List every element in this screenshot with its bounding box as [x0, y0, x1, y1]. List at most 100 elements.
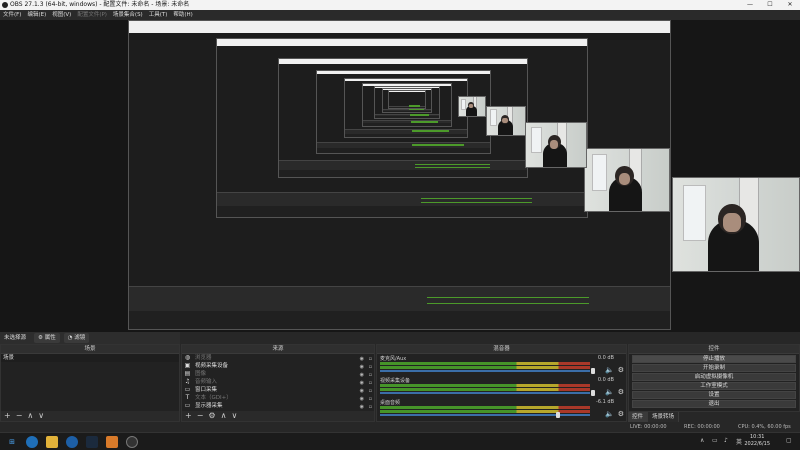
scene-footer-button[interactable]: ∨: [38, 411, 44, 421]
close-button[interactable]: ✕: [780, 0, 800, 10]
volume-slider[interactable]: [380, 392, 590, 394]
webcam-feed: [672, 177, 800, 272]
dock-tab[interactable]: 控件: [628, 412, 649, 422]
source-list: ◍ 浏览器 ◉ ▫ ▣ 视频采集设备 ◉ ▫ ▤ 图像 ◉ ▫ ♫ 音频输入 ◉ ▫ ▭ 窗口采集 ◉ ▫ T 文本（GD…: [182, 354, 374, 411]
speaker-icon[interactable]: 🔈: [605, 388, 614, 396]
source-item[interactable]: T 文本（GDI+） ◉ ▫: [182, 394, 374, 403]
mixer-header: 混音器: [377, 345, 626, 354]
file-explorer-icon[interactable]: [46, 436, 58, 448]
webcam-feed: [458, 96, 486, 117]
volume-slider-knob[interactable]: [556, 412, 561, 418]
channel-db: -6.1 dB: [596, 399, 614, 405]
source-footer-button[interactable]: −: [197, 411, 204, 421]
source-footer-button[interactable]: ∨: [231, 411, 237, 421]
edge-icon[interactable]: [26, 436, 38, 448]
mic-icon: ♫: [184, 378, 191, 385]
chrome-icon[interactable]: [66, 436, 78, 448]
scenes-panel: 场景 场景 + − ∧ ∨: [0, 344, 180, 422]
clock-time: 10:31: [749, 434, 765, 440]
notification-icon[interactable]: ▢: [786, 437, 792, 444]
webcam-feed: [584, 148, 670, 212]
gear-icon[interactable]: ⚙: [618, 410, 624, 418]
source-footer-button[interactable]: ∧: [221, 411, 227, 421]
menu-item[interactable]: 文件(F): [0, 10, 24, 20]
volume-slider[interactable]: [380, 370, 590, 372]
source-item[interactable]: ◍ 浏览器 ◉ ▫: [182, 354, 374, 363]
scene-footer-button[interactable]: ∧: [27, 411, 33, 421]
lock-icon[interactable]: ▫: [369, 403, 372, 411]
source-item[interactable]: ▭ 窗口采集 ◉ ▫: [182, 386, 374, 395]
title-bar: OBS 27.1.3 (64-bit, windows) - 配置文件: 未命名…: [0, 0, 800, 10]
source-footer-button[interactable]: ⚙: [208, 411, 215, 421]
menu-item[interactable]: 工具(T): [146, 10, 171, 20]
windows-start-icon[interactable]: ⊞: [6, 436, 18, 448]
source-item[interactable]: ▭ 显示器采集 ◉ ▫: [182, 402, 374, 411]
language-icon[interactable]: 英: [736, 437, 742, 446]
menu-item[interactable]: 场景集合(S): [110, 10, 146, 20]
dock-tab[interactable]: 场景转场: [648, 412, 680, 422]
cpu-status: CPU: 0.4%, 60.00 fps: [738, 424, 791, 430]
filters-button[interactable]: ◔ 滤镜: [63, 333, 90, 343]
image-icon: ▤: [184, 370, 191, 377]
scene-footer-button[interactable]: −: [16, 411, 23, 421]
source-item[interactable]: ▣ 视频采集设备 ◉ ▫: [182, 362, 374, 371]
gear-icon[interactable]: ⚙: [618, 366, 624, 374]
minimize-button[interactable]: —: [740, 0, 760, 10]
control-button[interactable]: 退出: [632, 400, 796, 408]
level-meter: [380, 362, 590, 365]
steam-icon[interactable]: [86, 436, 98, 448]
webcam-feed: [486, 106, 526, 136]
gear-icon[interactable]: ⚙: [618, 388, 624, 396]
camera-icon: ▣: [184, 362, 191, 369]
control-button[interactable]: 停止播放: [632, 355, 796, 363]
taskbar-clock[interactable]: 10:31 2022/6/15: [744, 434, 770, 448]
source-label: 浏览器: [195, 355, 212, 361]
level-meter: [380, 388, 590, 391]
source-footer-button[interactable]: +: [185, 411, 192, 421]
controls-panel: 控件 停止播放 开始录制 启动虚拟摄像机 工作室模式 设置 退出: [628, 344, 800, 412]
obs-taskbar-icon[interactable]: [126, 436, 138, 448]
speaker-icon[interactable]: 🔈: [605, 366, 614, 374]
speaker-icon[interactable]: 🔈: [605, 410, 614, 418]
sources-panel: 来源 ◍ 浏览器 ◉ ▫ ▣ 视频采集设备 ◉ ▫ ▤ 图像 ◉ ▫ ♫ 音频输入 ◉ ▫ ▭ 窗口采集 ◉ ▫ T 文本…: [181, 344, 375, 422]
source-label: 音频输入: [195, 379, 218, 385]
scene-item[interactable]: 场景: [1, 354, 179, 362]
selection-toolbar: 未选择源 ⚙ 属性 ◔ 滤镜: [0, 332, 180, 344]
volume-slider-knob[interactable]: [591, 368, 596, 374]
control-button[interactable]: 开始录制: [632, 364, 796, 372]
control-button[interactable]: 启动虚拟摄像机: [632, 373, 796, 381]
menu-item[interactable]: 配置文件(P): [74, 10, 110, 20]
filters-label: 滤镜: [74, 335, 86, 341]
menu-item[interactable]: 帮助(H): [170, 10, 195, 20]
visibility-eye-icon[interactable]: ◉: [360, 403, 364, 411]
level-meter: [380, 366, 590, 369]
volume-icon[interactable]: ♪: [724, 437, 728, 444]
volume-slider-knob[interactable]: [591, 390, 596, 396]
properties-button[interactable]: ⚙ 属性: [34, 333, 60, 343]
scene-list: 场景: [1, 354, 179, 362]
menu-item[interactable]: 编辑(E): [24, 10, 49, 20]
scenes-header: 场景: [1, 345, 179, 354]
obs-logo-icon: [2, 2, 8, 8]
scene-footer-button[interactable]: +: [4, 411, 11, 421]
source-item[interactable]: ♫ 音频输入 ◉ ▫: [182, 378, 374, 387]
source-label: 显示器采集: [195, 403, 223, 409]
preview-canvas[interactable]: [0, 20, 800, 332]
source-label: 窗口采集: [195, 387, 218, 393]
maximize-button[interactable]: ☐: [760, 0, 780, 10]
scenes-footer: + − ∧ ∨: [1, 411, 179, 421]
tray-chevron-icon[interactable]: ∧: [700, 437, 704, 444]
control-button[interactable]: 设置: [632, 391, 796, 399]
controls-header: 控件: [629, 345, 799, 354]
channel-db: 0.0 dB: [597, 377, 614, 383]
source-item[interactable]: ▤ 图像 ◉ ▫: [182, 370, 374, 379]
mixer-channel-list: 麦克风/Aux 0.0 dB 🔈 ⚙ 视频采集设备 0.0 dB 🔈 ⚙ 桌面音频 -6.1 dB…: [377, 354, 626, 420]
menu-item[interactable]: 视图(V): [49, 10, 74, 20]
source-label: 视频采集设备: [195, 363, 229, 369]
network-icon[interactable]: ▭: [712, 437, 718, 444]
text-icon: T: [185, 394, 190, 401]
menu-bar: 文件(F) 编辑(E) 视图(V) 配置文件(P) 场景集合(S) 工具(T) 帮助(H): [0, 10, 800, 20]
source-label: 图像: [195, 371, 207, 377]
app-icon[interactable]: [106, 436, 118, 448]
control-button[interactable]: 工作室模式: [632, 382, 796, 390]
